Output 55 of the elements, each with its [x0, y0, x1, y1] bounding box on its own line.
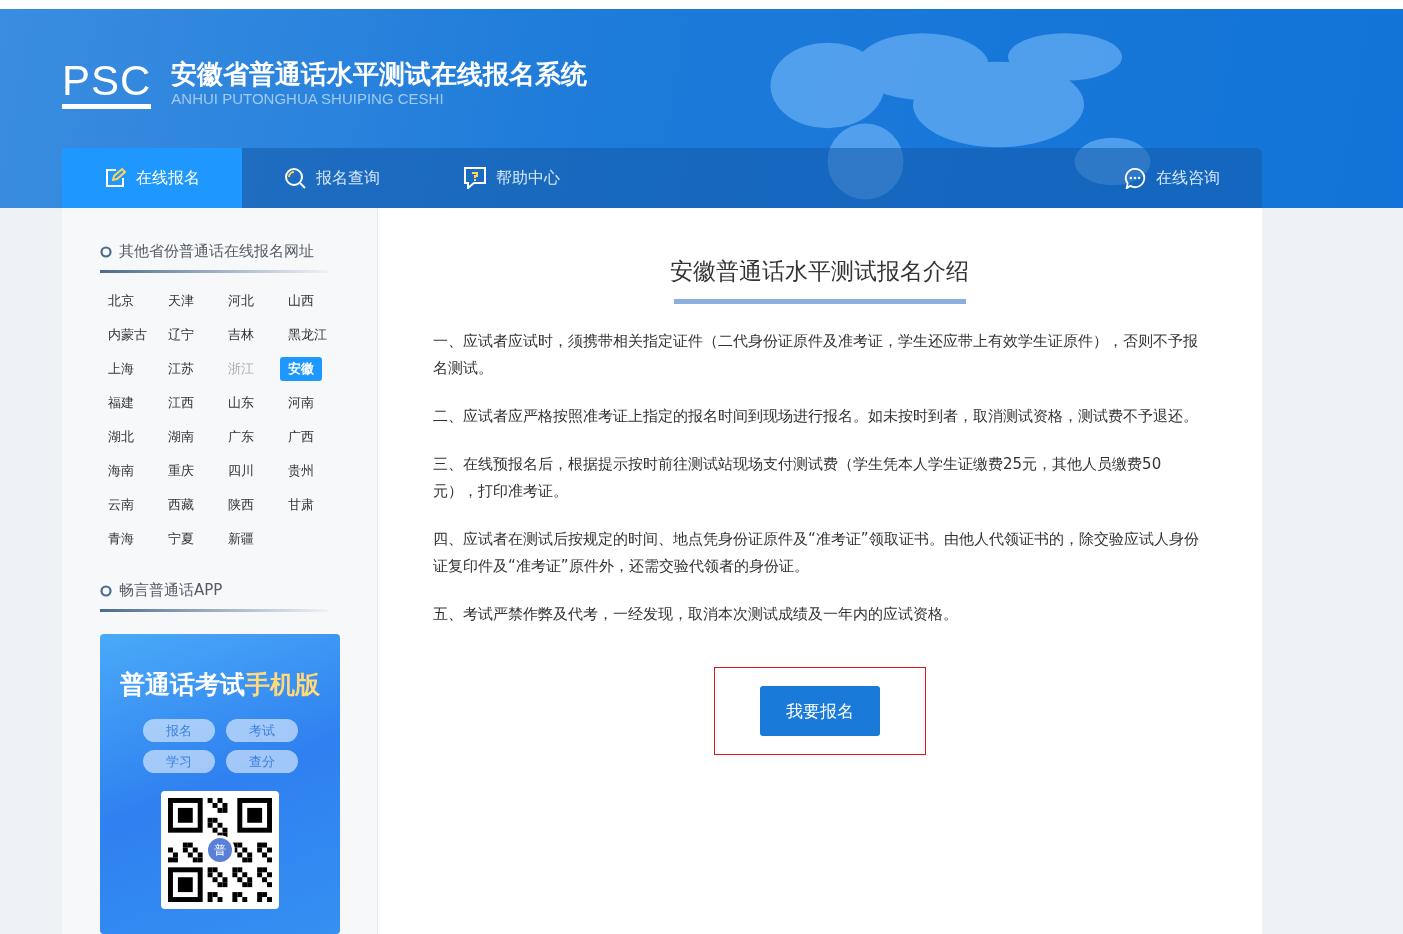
- circle-icon: [100, 245, 112, 258]
- province-link[interactable]: 吉林: [220, 323, 262, 347]
- province-link[interactable]: 贵州: [280, 459, 322, 483]
- province-link[interactable]: 陕西: [220, 493, 262, 517]
- paragraph: 一、应试者应试时，须携带相关指定证件（二代身份证原件及准考证，学生还应带上有效学生证原件），否则不予报名测试。: [433, 331, 1199, 379]
- site-title: 安徽省普通话水平测试在线报名系统: [171, 58, 588, 90]
- province-link[interactable]: 西藏: [160, 493, 202, 517]
- site-subtitle: ANHUI PUTONGHUA SHUIPING CESHI: [171, 90, 445, 108]
- paragraph: 四、应试者在测试后按规定的时间、地点凭身份证原件及“准考证”领取证书。由他人代领证书的，除交验应试人身份证复印件及“准考证”原件外，还需交验代领者的身份证。: [433, 529, 1200, 577]
- province-link[interactable]: 辽宁: [160, 323, 202, 347]
- register-button[interactable]: 我要报名: [759, 686, 880, 736]
- page-heading: 安徽普通话水平测试报名介绍: [669, 257, 970, 286]
- feature-tag: 报名: [142, 719, 215, 742]
- province-link[interactable]: 云南: [100, 493, 142, 517]
- feature-tag: 考试: [225, 719, 298, 742]
- province-link[interactable]: 天津: [160, 289, 202, 313]
- province-link[interactable]: 湖北: [100, 425, 142, 449]
- province-link[interactable]: 广西: [280, 425, 322, 449]
- chat-icon: [1124, 167, 1146, 189]
- province-link[interactable]: 黑龙江: [280, 323, 335, 347]
- consult-link[interactable]: 在线咨询: [1082, 148, 1262, 208]
- province-link[interactable]: 江西: [160, 391, 202, 415]
- edit-icon: [104, 167, 126, 189]
- province-link[interactable]: 四川: [220, 459, 262, 483]
- search-icon: [284, 167, 306, 189]
- province-link[interactable]: 宁夏: [160, 527, 202, 551]
- paragraph: 二、应试者应严格按照准考证上指定的报名时间到现场进行报名。如未按时到者，取消测试资格，测试费不予退还。: [433, 406, 1199, 427]
- circle-icon: [100, 584, 112, 597]
- feature-tag: 学习: [142, 750, 215, 773]
- province-link[interactable]: 广东: [220, 425, 262, 449]
- section-title: 其他省份普通话在线报名网址: [119, 242, 314, 261]
- paragraph: 三、在线预报名后，根据提示按时前往测试站现场支付测试费（学生凭本人学生证缴费25元，其他人员缴费50元），打印准考证。: [433, 454, 1163, 502]
- province-link[interactable]: 山西: [280, 289, 322, 313]
- province-link[interactable]: 青海: [100, 527, 142, 551]
- province-link[interactable]: 福建: [100, 391, 142, 415]
- logo: PSC: [62, 57, 152, 109]
- province-link[interactable]: 新疆: [220, 527, 262, 551]
- province-link[interactable]: 上海: [100, 357, 142, 381]
- province-link[interactable]: 河南: [280, 391, 322, 415]
- paragraph: 五、考试严禁作弊及代考，一经发现，取消本次测试成绩及一年内的应试资格。: [433, 604, 959, 625]
- province-link[interactable]: 海南: [100, 459, 142, 483]
- province-link[interactable]: 河北: [220, 289, 262, 313]
- province-link[interactable]: 甘肃: [280, 493, 322, 517]
- province-link[interactable]: 江苏: [160, 357, 202, 381]
- feature-tag: 查分: [225, 750, 298, 773]
- province-link[interactable]: 湖南: [160, 425, 202, 449]
- promo-title: 普通话考试手机版: [120, 669, 320, 701]
- nav-tab[interactable]: 报名查询: [242, 148, 422, 208]
- province-link[interactable]: 北京: [100, 289, 142, 313]
- section-title: 畅言普通话APP: [119, 581, 223, 600]
- help-icon: [464, 167, 486, 189]
- province-link[interactable]: 重庆: [160, 459, 202, 483]
- province-link[interactable]: 山东: [220, 391, 262, 415]
- province-link[interactable]: 内蒙古: [100, 323, 155, 347]
- nav-tab[interactable]: 帮助中心: [422, 148, 602, 208]
